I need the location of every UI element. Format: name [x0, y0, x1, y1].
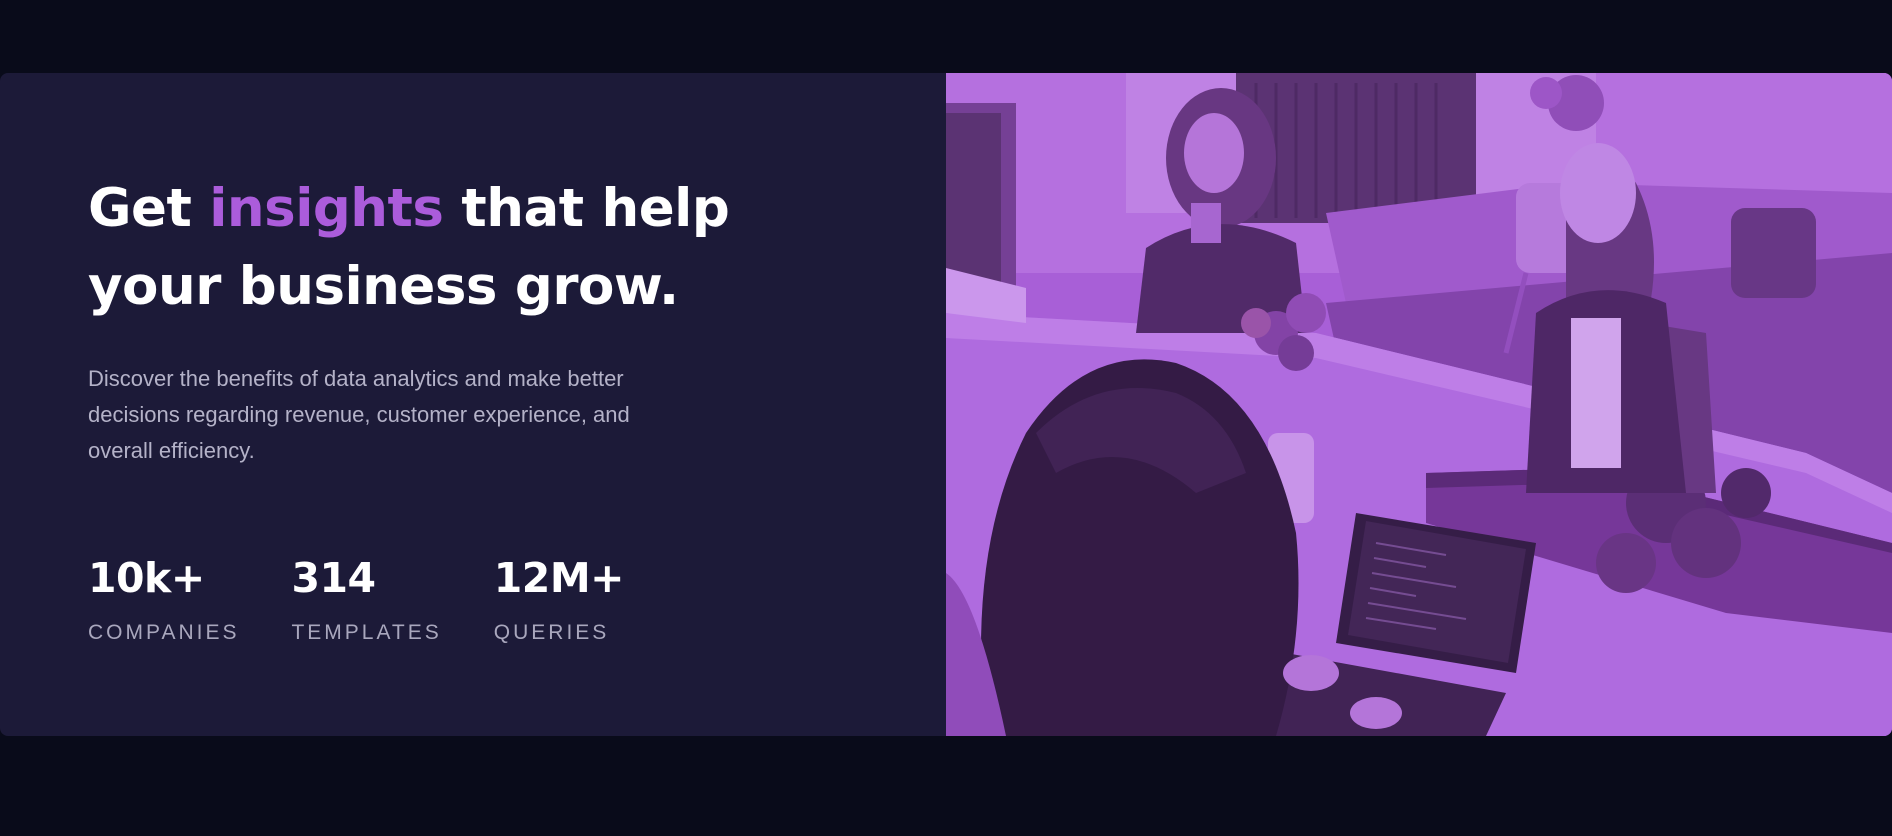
stat-companies: 10k+ Companies — [88, 554, 239, 645]
stat-value: 12M+ — [493, 554, 625, 602]
stat-label: Queries — [493, 621, 610, 644]
stat-value: 10k+ — [88, 554, 205, 602]
stats-preview-card: Get insights that help your business gro… — [0, 73, 1892, 736]
headline: Get insights that help your business gro… — [88, 170, 788, 326]
stats-row: 10k+ Companies 314 Templates 12M+ Querie… — [88, 554, 946, 645]
people-working-at-desk-photo — [946, 73, 1892, 736]
headline-accent: insights — [209, 178, 444, 239]
card-text-panel: Get insights that help your business gro… — [0, 73, 946, 736]
stat-label: Templates — [291, 621, 442, 644]
stat-value: 314 — [291, 554, 376, 602]
description: Discover the benefits of data analytics … — [88, 366, 630, 463]
stat-templates: 314 Templates — [291, 554, 441, 645]
headline-start: Get — [88, 178, 210, 239]
stat-queries: 12M+ Queries — [493, 554, 625, 645]
stat-label: Companies — [88, 621, 240, 644]
hero-image — [946, 73, 1892, 736]
